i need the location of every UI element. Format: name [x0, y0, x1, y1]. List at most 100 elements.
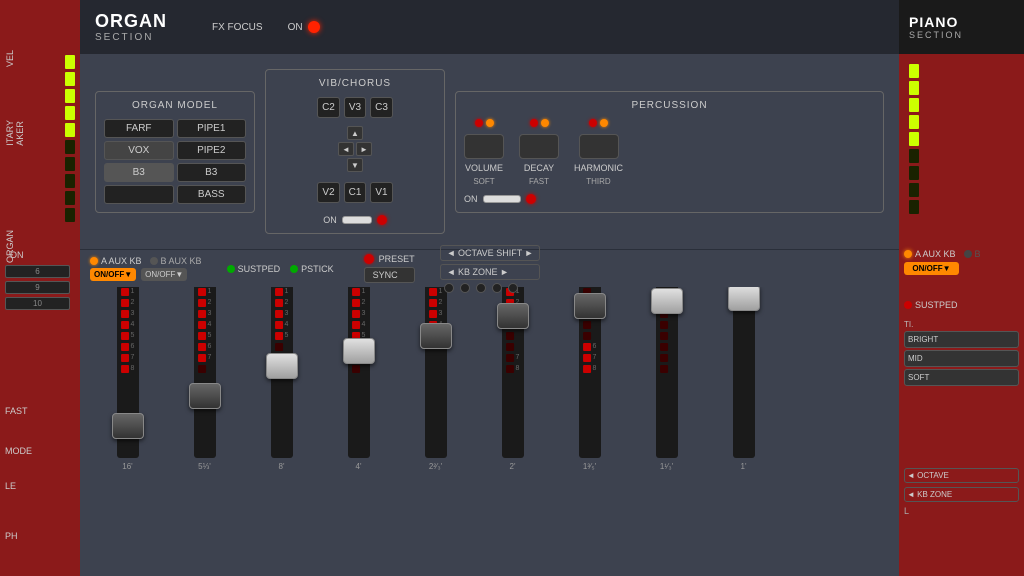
piano-title: PIANO — [909, 14, 963, 30]
right-aux-b-led — [964, 250, 972, 258]
decay-knob[interactable] — [519, 134, 559, 159]
octave-shift-btn[interactable]: ◄ OCTAVE SHIFT ► — [440, 245, 541, 261]
left-dial-3[interactable]: 10 — [5, 297, 70, 310]
organ-title-group: ORGAN SECTION — [95, 11, 167, 43]
volume-sub: SOFT — [473, 177, 494, 186]
bright-btn[interactable]: BRIGHT — [904, 331, 1019, 348]
meter-led-9 — [65, 191, 75, 205]
aux-a-group: A AUX KB B AUX KB ON/OFF▼ ON/OFF▼ — [90, 256, 202, 281]
right-on-off-btn[interactable]: ON/OFF▼ — [904, 262, 959, 275]
pipe2-btn[interactable]: PIPE2 — [177, 141, 247, 160]
faders-area: BASS16 16' 1 2 3 4 5 6 7 8 — [80, 249, 899, 576]
fx-focus-label: FX FOCUS — [212, 22, 263, 33]
r-led-6 — [909, 149, 919, 163]
223-knob[interactable] — [728, 285, 760, 311]
volume-group: VOLUME SOFT — [464, 119, 504, 186]
flute4-knob[interactable] — [574, 293, 606, 319]
vib-down-btn[interactable]: ▼ — [347, 158, 363, 172]
fader-col-oboe8: OBOE8 2' 1 2 3 4 5 4' — [321, 257, 396, 471]
percussion-title: PERCUSSION — [464, 100, 875, 111]
vib-up-btn[interactable]: ▲ — [347, 126, 363, 140]
s16-l4 — [198, 321, 206, 329]
aux-a-onoff-btn[interactable]: ON/OFF▼ — [90, 268, 136, 281]
223-foot: 1' — [741, 462, 747, 471]
c1-btn[interactable]: C1 — [344, 182, 367, 203]
decay-label: DECAY — [524, 163, 554, 173]
r-led-4 — [909, 115, 919, 129]
s16-l5 — [198, 332, 206, 340]
str8-knob[interactable] — [497, 303, 529, 329]
o8-l3 — [352, 310, 360, 318]
harmonic-leds — [589, 119, 608, 127]
v2-btn[interactable]: V2 — [317, 182, 339, 203]
aux-b-onoff-btn[interactable]: ON/OFF▼ — [141, 268, 187, 281]
sustped-label: SUSTPED — [238, 264, 281, 274]
right-aux-section: A AUX KB B ON/OFF▼ — [904, 249, 1019, 275]
b16-l8 — [121, 365, 129, 373]
str16-knob[interactable] — [189, 383, 221, 409]
sustped-group: SUSTPED PSTICK — [227, 264, 334, 274]
kb-zone-right-btn[interactable]: ◄ KB ZONE — [904, 487, 1019, 502]
kb-zone-btn[interactable]: ◄ KB ZONE ► — [440, 264, 541, 280]
trmp8-track: 1 2 3 4 5 — [425, 283, 447, 458]
bass16-foot: 16' — [122, 462, 132, 471]
bass-btn[interactable]: BASS — [177, 185, 247, 204]
v3-btn[interactable]: V3 — [344, 97, 366, 118]
vib-on-label: ON — [323, 215, 337, 225]
str4-knob[interactable] — [651, 288, 683, 314]
bass16-knob[interactable] — [112, 413, 144, 439]
r-led-3 — [909, 98, 919, 112]
farf-btn[interactable]: FARF — [104, 119, 174, 138]
trmp8-knob[interactable] — [420, 323, 452, 349]
left-bottom-controls: PRESET SYNC — [364, 254, 415, 283]
r-led-8 — [909, 183, 919, 197]
zone-dot-1 — [444, 283, 454, 293]
meter-led-1 — [65, 55, 75, 69]
decay-sub: FAST — [529, 177, 549, 186]
b3-btn[interactable]: B3 — [104, 163, 174, 182]
vib-left-btn[interactable]: ◄ — [338, 142, 354, 156]
harmonic-sub: THIRD — [586, 177, 610, 186]
harmonic-knob[interactable] — [579, 134, 619, 159]
left-dial-2[interactable]: 9 — [5, 281, 70, 294]
r-led-9 — [909, 200, 919, 214]
pstick-led — [290, 265, 298, 273]
perc-on-switch[interactable] — [483, 195, 521, 203]
fader-col-str4: STR4 1 2 1¹⁄₃' — [629, 257, 704, 471]
r-led-7 — [909, 166, 919, 180]
right-aux-label: A AUX KB — [915, 249, 956, 259]
c2-btn[interactable]: C2 — [317, 97, 340, 118]
flute8-foot: 8' — [279, 462, 285, 471]
on-indicator: ON — [288, 21, 320, 33]
decay-leds — [530, 119, 549, 127]
percussion-controls-row: VOLUME SOFT DECAY FAST — [464, 119, 875, 186]
f8-l6 — [275, 343, 283, 351]
octave-right-btn[interactable]: ◄ OCTAVE — [904, 468, 1019, 483]
volume-knob[interactable] — [464, 134, 504, 159]
soft-btn[interactable]: SOFT — [904, 369, 1019, 386]
sync-btn[interactable]: SYNC — [364, 267, 415, 283]
left-dial-1[interactable]: 6 — [5, 265, 70, 278]
fader-col-str16: STR16 8' 1 2 3 4 5 6 7 5⅓ — [167, 257, 242, 471]
flute8-knob[interactable] — [266, 353, 298, 379]
right-red-panel: PIANO SECTION A AUX KB B ON/OFF▼ SUSTPED — [899, 0, 1024, 576]
mid-btn[interactable]: MID — [904, 350, 1019, 367]
on-led — [308, 21, 320, 33]
oboe8-knob[interactable] — [343, 338, 375, 364]
vib-right-btn[interactable]: ► — [356, 142, 372, 156]
right-aux-led — [904, 250, 912, 258]
pipe1-btn[interactable]: PIPE1 — [177, 119, 247, 138]
c3-btn[interactable]: C3 — [370, 97, 393, 118]
223-track: 1 2 — [733, 283, 755, 458]
fader-col-223: 2 2/3 ~ 1 2 1' — [706, 257, 781, 471]
aux-a-label: A AUX KB — [101, 256, 142, 266]
vol-led-2 — [486, 119, 494, 127]
vib-on-switch[interactable] — [342, 216, 372, 224]
v1-btn[interactable]: V1 — [370, 182, 392, 203]
fader-col-flute8: FLUTE8 4' 1 2 3 4 5 8' — [244, 257, 319, 471]
trmp8-foot: 2²⁄₃' — [429, 462, 442, 471]
vox-btn[interactable]: VOX — [104, 141, 174, 160]
s4-l7 — [660, 354, 668, 362]
s8-l8 — [506, 365, 514, 373]
t8-l3 — [429, 310, 437, 318]
